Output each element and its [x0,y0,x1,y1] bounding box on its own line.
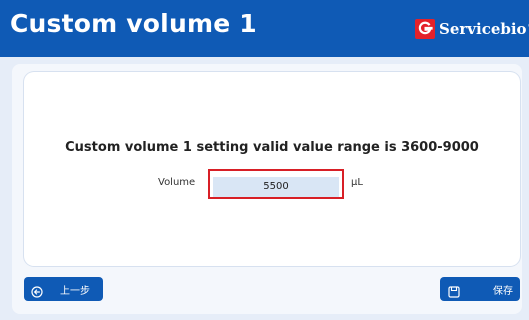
app-window: Custom volume 1 Servicebio® Custom volum… [0,0,529,320]
volume-unit: μL [351,177,363,188]
back-arrow-circle-icon [31,283,43,298]
back-button[interactable]: 上一步 [24,277,103,301]
settings-panel: Custom volume 1 setting valid value rang… [24,72,520,266]
servicebio-logo-icon [415,19,435,39]
back-button-label: 上一步 [60,285,90,297]
brand: Servicebio® [415,18,529,40]
save-button-label: 保存 [493,285,513,297]
range-message: Custom volume 1 setting valid value rang… [65,140,479,155]
volume-label: Volume [158,177,196,188]
volume-input[interactable] [213,176,339,197]
save-button[interactable]: 保存 [440,277,520,301]
page-title: Custom volume 1 [10,9,257,38]
volume-field-highlight [208,169,344,199]
brand-name-text: Servicebio [439,20,527,38]
header-bar: Custom volume 1 Servicebio® [0,0,529,57]
save-disk-icon [448,283,460,298]
brand-name: Servicebio® [439,20,529,38]
